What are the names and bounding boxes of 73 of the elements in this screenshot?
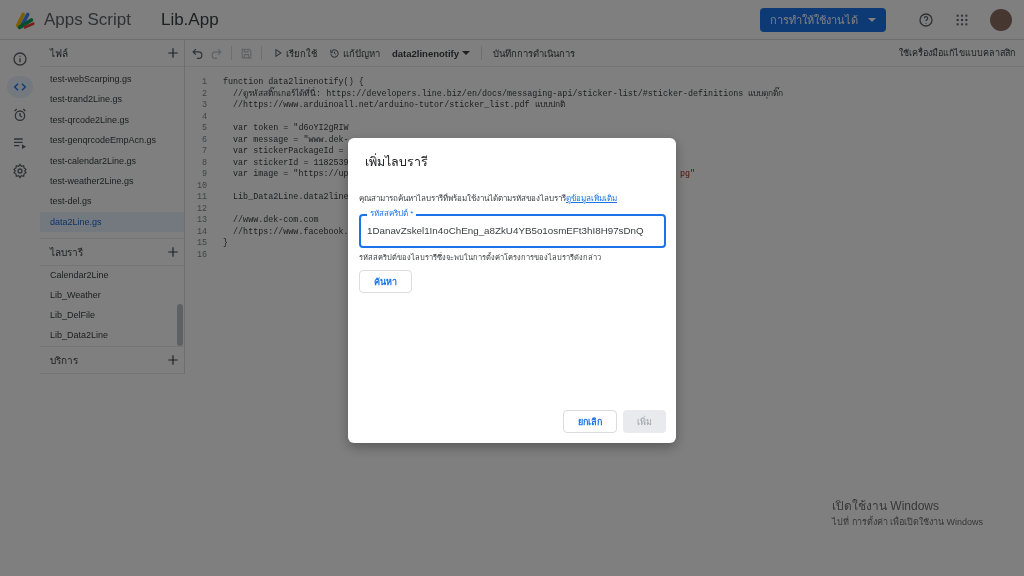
function-dropdown[interactable]: data2linenotify: [389, 45, 474, 61]
run-button[interactable]: เรียกใช้: [270, 43, 320, 63]
line-number: 13: [195, 215, 207, 227]
library-item[interactable]: Lib_Data2Line: [40, 326, 184, 347]
debug-icon: [329, 47, 340, 59]
code-line: function data2linenotify() {: [223, 77, 364, 87]
file-item[interactable]: test-qrcode2Line.gs: [40, 109, 184, 131]
plus-icon[interactable]: [166, 353, 180, 368]
code-tab[interactable]: [7, 76, 33, 98]
scrollbar[interactable]: [177, 304, 183, 347]
dialog-title: เพิ่มไลบรารี: [365, 152, 429, 171]
code-line: pg": [680, 169, 696, 181]
info-icon: [12, 51, 28, 67]
library-item[interactable]: Lib_Weather: [40, 286, 184, 307]
line-number: 15: [195, 238, 207, 250]
activation-title: เปิดใช้งาน Windows: [832, 498, 940, 515]
line-number: 11: [195, 192, 207, 204]
file-item[interactable]: test-webScarping.gs: [40, 69, 184, 90]
code-line: //www.dek-com.com: [232, 215, 319, 227]
help-icon[interactable]: [918, 11, 934, 28]
code-line: //ดูรหัสสติ๊กเกอร์ได้ที่นี่: https://developers.line.biz/en/docs/messaging-api/sticker-list/#sticker-definitions แบบดุกดิ๊ก: [232, 88, 784, 100]
code-line: }: [223, 238, 229, 250]
line-number: 12: [195, 203, 207, 215]
code-line: var image = "https://up: [232, 169, 349, 181]
code-line: var token = "d6oYI2gRIW: [232, 123, 349, 135]
libraries-heading: ไลบรารี: [50, 245, 83, 260]
line-number: 10: [195, 180, 207, 192]
search-button[interactable]: ค้นหา: [359, 270, 412, 293]
line-number: 2: [200, 88, 207, 100]
learn-more-link[interactable]: ดูข้อมูลเพิ่มเติม: [566, 192, 617, 205]
redo-icon[interactable]: [210, 46, 223, 60]
caret-icon: [868, 17, 876, 22]
line-number: 16: [195, 249, 207, 261]
undo-icon[interactable]: [191, 46, 204, 60]
file-item[interactable]: test-genqrcodeEmpAcn.gs: [40, 130, 184, 151]
cancel-button[interactable]: ยกเลิก: [563, 410, 617, 433]
avatar[interactable]: [990, 8, 1012, 31]
dialog-description: คุณสามารถค้นหาไลบรารีที่พร้อมใช้งานได้ตามรหัสของไลบรารี: [359, 192, 566, 203]
play-icon: [273, 48, 283, 58]
project-title[interactable]: Lib.App: [160, 9, 219, 30]
file-item[interactable]: test-calendar2Line.gs: [40, 150, 184, 171]
plus-icon[interactable]: [166, 46, 180, 60]
list-play-icon: [12, 135, 28, 151]
execution-log-button[interactable]: บันทึกการดำเนินการ: [490, 43, 579, 63]
code-line: var stickerId = 1182539: [232, 157, 349, 169]
line-number: 4: [200, 111, 207, 123]
field-label: รหัสสคริปต์ *: [367, 209, 417, 219]
app-name: Apps Script: [44, 9, 131, 30]
code-line: Lib_Data2Line.data2line: [232, 192, 349, 204]
alarm-clock-icon: [12, 107, 28, 123]
settings-icon: [12, 163, 28, 179]
code-line: var message = "www.dek-: [232, 134, 349, 146]
file-item[interactable]: data2Line.gs: [40, 211, 184, 233]
library-item[interactable]: Lib_DelFile: [40, 306, 184, 327]
plus-icon[interactable]: [166, 245, 180, 260]
deploy-button[interactable]: การทำให้ใช้งานได้: [760, 7, 886, 32]
line-number: 5: [200, 123, 207, 135]
code-line: var stickerPackageId =: [232, 146, 345, 158]
line-number: 1: [200, 77, 207, 89]
files-heading: ไฟล์: [50, 46, 68, 61]
file-item[interactable]: test-weather2Line.gs: [40, 170, 184, 192]
code-line: //https://www.arduinoall.net/arduino-tutor/sticker_list.pdf แบบปกติ: [232, 100, 565, 112]
classic-editor-button[interactable]: ใช้เครื่องมือแก้ไขแบบคลาสสิก: [896, 44, 1018, 62]
services-heading: บริการ: [50, 353, 78, 368]
line-number: 14: [195, 226, 207, 238]
file-item[interactable]: test-del.gs: [40, 191, 184, 212]
library-item[interactable]: Calendar2Line: [40, 266, 184, 287]
debug-button[interactable]: แก้ปัญหา: [326, 43, 383, 63]
code-line: //https://www.facebook.: [232, 226, 349, 238]
caret-icon: [462, 51, 471, 55]
file-item[interactable]: test-trand2Line.gs: [40, 89, 184, 110]
activation-subtitle: ไปที่ การตั้งค่า เพื่อเปิดใช้งาน Windows: [832, 515, 983, 529]
save-icon[interactable]: [240, 46, 253, 60]
